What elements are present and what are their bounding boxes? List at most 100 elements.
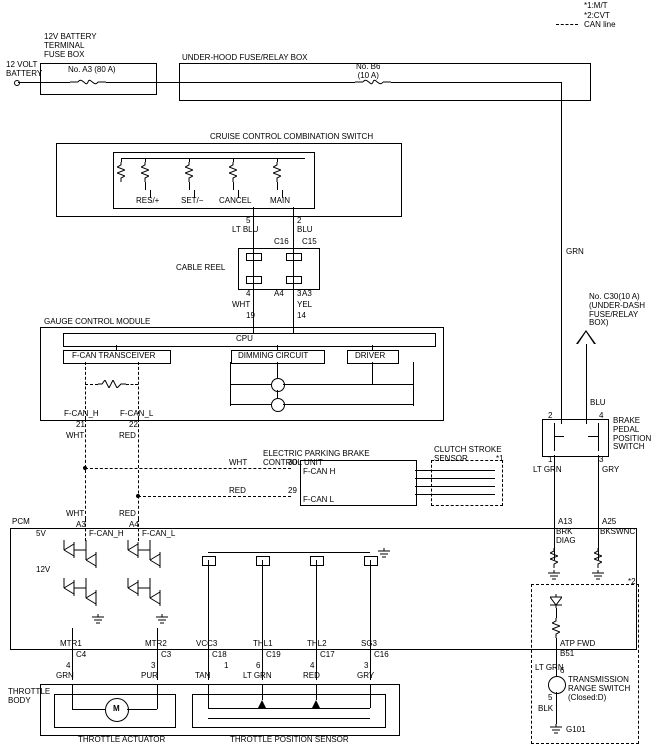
c18: C18: [212, 651, 227, 660]
wire-c4: GRN: [56, 672, 74, 681]
trs-pin5: 5: [548, 694, 552, 703]
bsw-pin2: 2: [548, 412, 552, 421]
pin-c4: 4: [66, 662, 70, 671]
res-a25: [594, 548, 602, 568]
gnd-pcm1: [91, 614, 105, 624]
res-cancel: [229, 162, 237, 182]
sg3: SG3: [361, 640, 377, 649]
gnd-sg3: [377, 548, 391, 558]
wire-c3: PUR: [141, 672, 158, 681]
pin-c16: 3: [364, 662, 368, 671]
c16-label: C16: [274, 238, 289, 247]
cruise-title: CRUISE CONTROL COMBINATION SWITCH: [210, 133, 373, 142]
bsw-ltgrn: LT GRN: [533, 466, 562, 475]
pcm-12v: 12V: [36, 566, 50, 575]
atp-label: ATP FWD: [560, 640, 595, 649]
uh-title: UNDER-HOOD FUSE/RELAY BOX: [182, 54, 308, 63]
star1-clutch: *1: [496, 455, 504, 464]
pin-c19: 6: [256, 662, 260, 671]
gnd-pcm2: [155, 614, 169, 624]
fuse-a3: [70, 78, 106, 86]
pcm-brkdiag: BRK DIAG: [556, 528, 576, 546]
res-setminus: [185, 162, 193, 182]
driver-label: DRIVER: [355, 352, 385, 361]
pcm-a13: A13: [558, 518, 572, 527]
fcan-l-label: F-CAN_L: [120, 410, 153, 419]
pin19: 19: [246, 312, 255, 321]
c15-label: C15: [302, 238, 317, 247]
wire-blu-ud: BLU: [590, 399, 606, 408]
brake-title: BRAKE PEDAL POSITION SWITCH: [613, 417, 651, 452]
dimming-label: DIMMING CIRCUIT: [238, 352, 308, 361]
pin22: 22: [129, 421, 138, 430]
res-plus-label: RES/+: [136, 197, 159, 206]
mtr2: MTR2: [145, 640, 167, 649]
pcm-title: PCM: [12, 518, 30, 527]
main-label: MAIN: [270, 197, 290, 206]
wire-c18: TAN: [195, 672, 210, 681]
pinA3num: 3: [297, 290, 301, 299]
trs-blk: BLK: [538, 705, 553, 714]
battery-label: 12 VOLT BATTERY: [6, 61, 42, 79]
a4-label: A4: [274, 290, 284, 299]
star2-atp: *2: [628, 578, 636, 587]
g101: G101: [566, 726, 586, 735]
pin-c3: 3: [151, 662, 155, 671]
set-minus-label: SET/−: [181, 197, 203, 206]
bsw-pin4: 4: [599, 412, 603, 421]
red-pcm: RED: [119, 510, 136, 519]
thl1: THL1: [253, 640, 273, 649]
pcm-fcan-h: F-CAN_H: [89, 530, 124, 539]
epb-fcan-l: F-CAN L: [303, 496, 334, 505]
cancel-label: CANCEL: [219, 197, 251, 206]
fcan-res: [98, 380, 126, 388]
clutch-title: CLUTCH STROKE SENSOR: [434, 446, 502, 464]
thl2: THL2: [307, 640, 327, 649]
mtr1: MTR1: [60, 640, 82, 649]
epb-wht: WHT: [229, 459, 247, 468]
pcm-b51: B51: [560, 650, 574, 659]
gauge-title: GAUGE CONTROL MODULE: [44, 318, 150, 327]
lamp2: [271, 398, 285, 412]
pin-b51: 6: [560, 667, 564, 676]
bsw-gry: GRY: [602, 466, 619, 475]
c4: C4: [76, 651, 86, 660]
wire-blu: BLU: [297, 226, 313, 235]
wht-in: WHT: [232, 301, 250, 310]
pin-c18: 1: [224, 662, 228, 671]
vcc3: VCC3: [196, 640, 217, 649]
batt-fusebox-title: 12V BATTERY TERMINAL FUSE BOX: [44, 33, 97, 59]
res-a13: [550, 548, 558, 568]
gnd-a25: [591, 570, 605, 580]
tps-box: [192, 694, 386, 728]
a3-label: A3: [302, 290, 312, 299]
fuse-b6-label: No. B6 (10 A): [356, 63, 380, 81]
res-atp: [552, 618, 560, 638]
throttle-actuator-label: THROTTLE ACTUATOR: [78, 736, 165, 745]
res-extra: [117, 162, 125, 182]
pcm-bkswnc: BKSWNC: [600, 528, 635, 537]
wire-c17: RED: [303, 672, 320, 681]
wire-c16: GRY: [357, 672, 374, 681]
pin21: 21: [76, 421, 85, 430]
motor-m: M: [113, 705, 120, 714]
pcm-fcan-l: F-CAN_L: [142, 530, 175, 539]
c3: C3: [161, 651, 171, 660]
epb-fcan-h: F-CAN H: [303, 468, 335, 477]
gnd-g101: [549, 724, 563, 734]
c19: C19: [266, 651, 281, 660]
fuse-a3-label: No. A3 (80 A): [68, 66, 116, 75]
trs-title: TRANSMISSION RANGE SWITCH (Closed:D): [568, 676, 630, 702]
wire-grn: GRN: [566, 248, 584, 257]
tps-label: THROTTLE POSITION SENSOR: [230, 736, 349, 745]
wht-out: WHT: [66, 432, 84, 441]
pcm-5v: 5V: [36, 530, 46, 539]
pinA4num: 4: [246, 290, 250, 299]
bsw-pin3: 3: [599, 456, 603, 465]
note-mt: *1:M/T: [584, 2, 608, 11]
can-line-legend: CAN line: [584, 21, 616, 30]
res-main: [273, 162, 281, 182]
pin-c17: 4: [310, 662, 314, 671]
bsw-pin1: 1: [548, 456, 552, 465]
wht-pcm: WHT: [66, 510, 84, 519]
